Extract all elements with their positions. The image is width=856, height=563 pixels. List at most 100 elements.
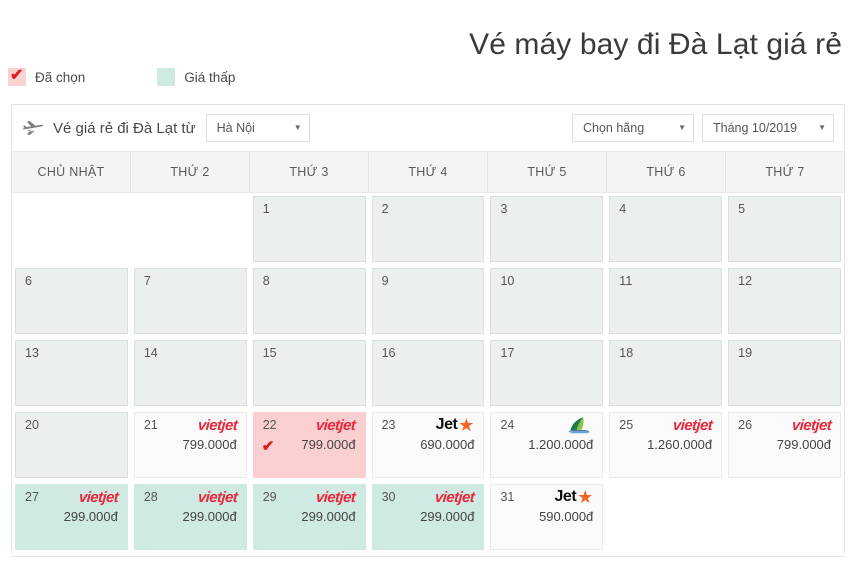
fare-price: 299.000đ: [420, 509, 475, 524]
calendar-day-cell-4: 4: [606, 193, 725, 265]
calendar-week-row: 27 vietjet 299.000đ 28 vietjet 299.000đ 29 viet…: [12, 481, 844, 553]
day-number: 23: [381, 418, 396, 432]
calendar-day-cell-17: 17: [487, 337, 606, 409]
calendar-day-cell-21[interactable]: 21 vietjet 799.000đ: [131, 409, 250, 481]
origin-select-value: Hà Nội: [216, 121, 255, 135]
vietjet-logo-text: vietjet: [315, 488, 357, 506]
calendar-day-cell-24[interactable]: 24 1.200.000đ: [487, 409, 606, 481]
month-select-value: Tháng 10/2019: [713, 121, 798, 135]
calendar-day-inner: 30 vietjet 299.000đ: [371, 484, 485, 550]
toolbar-title: Vé giá rẻ đi Đà Lạt từ: [53, 119, 196, 137]
day-number: 16: [381, 346, 396, 360]
calendar-day-inner: [134, 196, 247, 262]
calendar-day-inner: 20: [15, 412, 128, 478]
airline-select[interactable]: Chọn hãng ▼: [572, 114, 694, 142]
calendar-day-cell-5: 5: [725, 193, 844, 265]
day-number: 31: [500, 490, 515, 504]
calendar-day-cell-8: 8: [250, 265, 369, 337]
weekday-header-4: THỨ 5: [488, 152, 607, 192]
day-number: 11: [619, 274, 633, 288]
calendar-day-inner: 21 vietjet 799.000đ: [133, 412, 247, 478]
day-number: 17: [500, 346, 515, 360]
calendar-day-inner: 19: [728, 340, 842, 406]
calendar-day-inner: 26 vietjet 799.000đ: [728, 412, 842, 478]
calendar-day-cell-26[interactable]: 26 vietjet 799.000đ: [725, 409, 844, 481]
day-number: 14: [143, 346, 158, 360]
day-number: 26: [738, 418, 753, 432]
day-number: 22: [262, 418, 277, 432]
calendar-empty-cell: [725, 481, 844, 553]
calendar-day-cell-3: 3: [487, 193, 606, 265]
legend-item-low-price: Giá thấp: [157, 68, 235, 86]
calendar-week-row: 1 2 3 4 5: [12, 193, 844, 265]
calendar-day-inner: 7: [133, 268, 247, 334]
day-number: 25: [619, 418, 634, 432]
weekday-header-2: THỨ 3: [250, 152, 369, 192]
weekday-header-row: CHỦ NHẬT THỨ 2 THỨ 3 THỨ 4 THỨ 5 THỨ 6 THỨ 7: [12, 151, 844, 193]
jetstar-logo-text: Jet: [435, 416, 458, 433]
day-number: 30: [381, 490, 396, 504]
calendar-day-inner: 6: [15, 268, 128, 334]
vietjet-logo-icon: vietjet: [434, 487, 476, 507]
vietjet-logo-text: vietjet: [196, 416, 238, 434]
calendar-day-inner: 14: [133, 340, 247, 406]
calendar-day-cell-12: 12: [725, 265, 844, 337]
selected-swatch-icon: ✔: [8, 67, 26, 86]
calendar-day-cell-27[interactable]: 27 vietjet 299.000đ: [12, 481, 131, 553]
calendar-day-inner: 3: [490, 196, 604, 262]
fare-price: 799.000đ: [776, 437, 832, 452]
calendar-day-cell-29[interactable]: 29 vietjet 299.000đ: [250, 481, 369, 553]
calendar-day-inner: 2: [371, 196, 485, 262]
vietjet-logo-text: vietjet: [434, 488, 476, 506]
vietjet-logo-icon: vietjet: [196, 415, 238, 435]
vietnam-airlines-lotus-icon: [567, 416, 593, 434]
vietjet-logo-icon: vietjet: [78, 487, 118, 507]
origin-select[interactable]: Hà Nội ▼: [205, 114, 310, 142]
jetstar-logo-icon: Jet ★: [555, 487, 594, 507]
vietjet-logo-icon: vietjet: [316, 415, 356, 435]
calendar-day-inner: 27 vietjet 299.000đ: [15, 484, 128, 550]
day-number: 8: [262, 274, 270, 288]
month-select[interactable]: Tháng 10/2019 ▼: [702, 114, 834, 142]
calendar-day-cell-15: 15: [250, 337, 369, 409]
weekday-header-6: THỨ 7: [765, 165, 805, 179]
weekday-header-3: THỨ 4: [369, 152, 488, 192]
calendar-day-inner: 31 Jet ★ 590.000đ: [490, 484, 604, 550]
check-icon: ✔: [10, 67, 24, 84]
calendar-day-inner: 4: [609, 196, 723, 262]
calendar-toolbar: Vé giá rẻ đi Đà Lạt từ Hà Nội ▼ Chọn hãn…: [12, 105, 844, 151]
calendar-day-cell-30[interactable]: 30 vietjet 299.000đ: [369, 481, 488, 553]
day-number: 24: [500, 418, 515, 432]
vietjet-logo-text: vietjet: [791, 416, 832, 434]
calendar-day-cell-31[interactable]: 31 Jet ★ 590.000đ: [487, 481, 606, 553]
legend-item-selected: ✔ Đã chọn: [8, 67, 85, 86]
fare-price: 299.000đ: [182, 509, 237, 524]
calendar-day-cell-9: 9: [369, 265, 488, 337]
calendar-day-inner: 18: [609, 340, 723, 406]
low-price-swatch-icon: [157, 68, 176, 86]
day-number: 19: [738, 346, 753, 360]
day-number: 6: [25, 274, 32, 288]
day-number: 13: [25, 346, 39, 360]
calendar-day-inner: 1: [252, 196, 366, 262]
calendar-day-inner: [728, 484, 841, 550]
calendar-day-cell-23[interactable]: 23 Jet ★ 690.000đ: [369, 409, 488, 481]
calendar-day-cell-11: 11: [606, 265, 725, 337]
day-number: 27: [25, 490, 39, 504]
calendar-day-cell-22[interactable]: 22 ✔ vietjet 799.000đ: [250, 409, 369, 481]
calendar-week-row: 20 21 vietjet 799.000đ 22 ✔ vietjet 799.000đ 23 J…: [12, 409, 844, 481]
calendar-day-inner: 23 Jet ★ 690.000đ: [371, 412, 485, 478]
star-icon: ★: [458, 415, 475, 435]
day-number: 15: [262, 346, 277, 360]
day-number: 29: [262, 490, 277, 504]
chevron-down-icon: ▼: [293, 123, 302, 132]
calendar-day-inner: 25 vietjet 1.260.000đ: [609, 412, 723, 478]
day-number: 18: [619, 346, 634, 360]
calendar-day-cell-20: 20: [12, 409, 131, 481]
calendar-day-cell-25[interactable]: 25 vietjet 1.260.000đ: [606, 409, 725, 481]
calendar-day-cell-28[interactable]: 28 vietjet 299.000đ: [131, 481, 250, 553]
day-number: 5: [738, 202, 746, 216]
jetstar-logo-wrap: Jet ★: [555, 488, 594, 506]
calendar-week-row: 6 7 8 9 10 11 12: [12, 265, 844, 337]
calendar-day-inner: 16: [371, 340, 485, 406]
